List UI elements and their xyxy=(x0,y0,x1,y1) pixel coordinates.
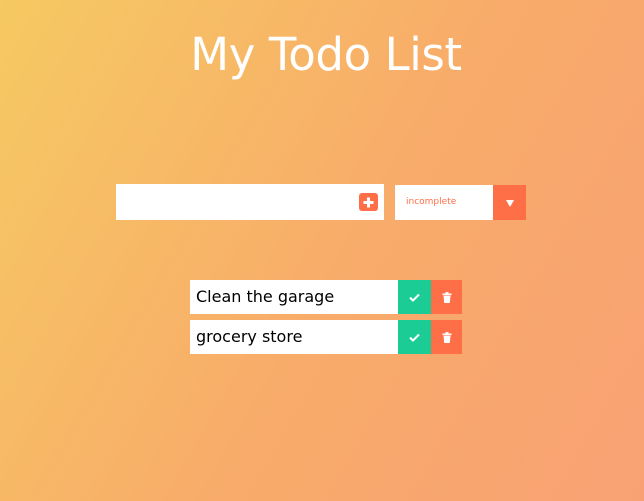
page-title: My Todo List xyxy=(190,28,462,81)
filter-selected-value: incomplete xyxy=(406,197,457,207)
complete-button[interactable] xyxy=(398,320,431,354)
complete-button[interactable] xyxy=(398,280,431,314)
trash-icon xyxy=(442,291,451,303)
todo-text: Clean the garage xyxy=(190,280,398,314)
todo-item: grocery store xyxy=(190,320,462,354)
delete-button[interactable] xyxy=(431,320,462,354)
check-icon xyxy=(409,333,420,342)
add-todo-button[interactable] xyxy=(359,193,378,211)
todo-text: grocery store xyxy=(190,320,398,354)
plus-icon xyxy=(363,197,374,207)
filter-dropdown-button[interactable] xyxy=(493,185,526,220)
trash-icon xyxy=(442,331,451,343)
todo-input[interactable] xyxy=(116,184,384,220)
caret-down-icon xyxy=(505,199,514,207)
delete-button[interactable] xyxy=(431,280,462,314)
todo-item: Clean the garage xyxy=(190,280,462,314)
check-icon xyxy=(409,293,420,302)
filter-select[interactable]: incomplete xyxy=(395,185,526,220)
